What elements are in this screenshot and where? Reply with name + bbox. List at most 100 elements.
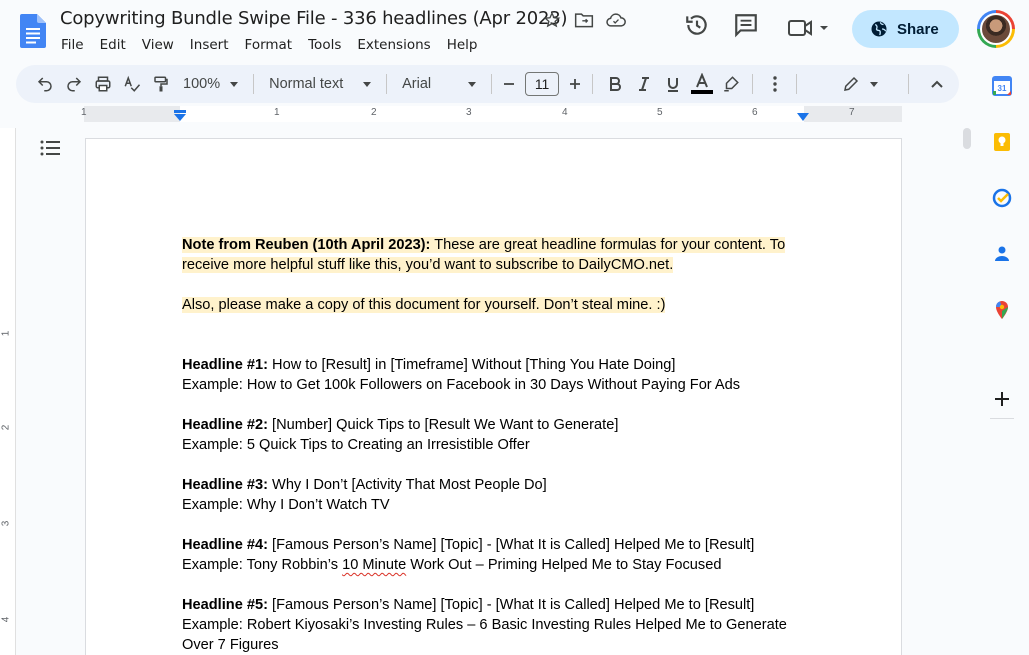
ruler-number: 6	[752, 107, 758, 118]
divider	[253, 74, 255, 94]
contacts-icon[interactable]	[992, 244, 1012, 264]
side-panel: 31	[984, 64, 1029, 655]
headline-block-5: Headline #5: [Famous Person’s Name] [Top…	[182, 595, 802, 655]
cloud-status-icon[interactable]	[606, 10, 626, 30]
menu-format[interactable]: Format	[245, 37, 293, 53]
redo-icon[interactable]	[59, 70, 88, 98]
menu-tools[interactable]: Tools	[308, 37, 341, 53]
move-folder-icon[interactable]	[574, 10, 594, 30]
headline-formula: Why I Don’t [Activity That Most People D…	[267, 477, 547, 493]
headline-formula: How to [Result] in [Timeframe] Without […	[267, 357, 676, 373]
pencil-icon	[844, 76, 859, 91]
style-dropdown[interactable]: Normal text	[261, 76, 379, 92]
docs-logo-icon[interactable]	[20, 14, 46, 48]
chevron-up-icon[interactable]	[922, 70, 951, 98]
ruler-number: 1	[81, 107, 87, 118]
keep-icon[interactable]	[992, 132, 1012, 152]
headline-label: Headline #5:	[182, 597, 268, 613]
ruler-number: 3	[466, 107, 472, 118]
version-history-icon[interactable]	[684, 12, 710, 43]
menu-bar: File Edit View Insert Format Tools Exten…	[61, 37, 493, 53]
divider	[592, 74, 594, 94]
font-value: Arial	[402, 76, 432, 92]
document-page[interactable]: Note from Reuben (10th April 2023): Thes…	[85, 138, 902, 655]
headline-block-4: Headline #4: [Famous Person’s Name] [Top…	[182, 535, 802, 575]
note2-text: Also, please make a copy of this documen…	[182, 297, 666, 313]
chevron-down-icon	[870, 81, 879, 87]
example-prefix: Example: Tony Robbin’s	[182, 557, 343, 573]
star-icon[interactable]	[542, 10, 562, 30]
ruler-number: 2	[0, 424, 12, 431]
headline-example: Example: Tony Robbin’s 10 Minute Work Ou…	[182, 555, 802, 575]
document-outline-icon[interactable]	[40, 140, 60, 161]
menu-view[interactable]: View	[142, 37, 174, 53]
divider	[908, 74, 910, 94]
print-icon[interactable]	[88, 70, 117, 98]
headline-example: Example: Why I Don’t Watch TV	[182, 497, 390, 513]
chevron-down-icon	[468, 81, 477, 87]
headline-label: Headline #4:	[182, 537, 268, 553]
paint-format-icon[interactable]	[146, 70, 175, 98]
italic-icon[interactable]	[629, 70, 658, 98]
menu-edit[interactable]: Edit	[100, 37, 126, 53]
divider	[491, 74, 493, 94]
headline-block-3: Headline #3: Why I Don’t [Activity That …	[182, 475, 802, 515]
editing-mode-dropdown[interactable]	[830, 70, 890, 98]
comments-icon[interactable]	[733, 12, 759, 43]
document-body[interactable]: Note from Reuben (10th April 2023): Thes…	[182, 235, 802, 655]
left-indent-marker-icon[interactable]	[173, 110, 187, 122]
globe-icon	[871, 21, 887, 37]
ruler-number: 3	[0, 520, 12, 527]
font-size-input[interactable]: 11	[525, 72, 560, 96]
highlight-color-icon[interactable]	[716, 70, 745, 98]
avatar[interactable]	[977, 10, 1015, 48]
menu-file[interactable]: File	[61, 37, 84, 53]
headline-block-2: Headline #2: [Number] Quick Tips to [Res…	[182, 415, 802, 455]
right-indent-marker-icon[interactable]	[797, 112, 809, 122]
chevron-down-icon	[363, 81, 372, 87]
add-icon[interactable]	[992, 389, 1012, 409]
menu-help[interactable]: Help	[447, 37, 478, 53]
example-suffix: Work Out – Priming Helped Me to Stay Foc…	[406, 557, 722, 573]
headline-example: Example: How to Get 100k Followers on Fa…	[182, 377, 741, 393]
underline-icon[interactable]	[658, 70, 687, 98]
bold-icon[interactable]	[600, 70, 629, 98]
document-title[interactable]: Copywriting Bundle Swipe File - 336 head…	[60, 8, 568, 29]
zoom-dropdown[interactable]: 100%	[175, 76, 246, 92]
divider	[796, 74, 798, 94]
ruler-number: 4	[0, 616, 12, 623]
font-dropdown[interactable]: Arial	[394, 76, 484, 92]
calendar-icon[interactable]: 31	[992, 76, 1012, 96]
maps-icon[interactable]	[992, 300, 1012, 320]
decrease-font-size-icon[interactable]	[499, 70, 519, 98]
spellcheck-icon[interactable]	[117, 70, 146, 98]
vertical-ruler[interactable]: 1 2 3 4	[0, 128, 16, 655]
share-label: Share	[897, 20, 939, 38]
menu-extensions[interactable]: Extensions	[357, 37, 430, 53]
top-bar: Copywriting Bundle Swipe File - 336 head…	[0, 0, 1029, 64]
menu-insert[interactable]: Insert	[190, 37, 229, 53]
undo-icon[interactable]	[30, 70, 59, 98]
tasks-icon[interactable]	[992, 188, 1012, 208]
share-button[interactable]: Share	[852, 10, 959, 48]
headline-block-1: Headline #1: How to [Result] in [Timefra…	[182, 355, 802, 395]
headline-example: Example: 5 Quick Tips to Creating an Irr…	[182, 437, 530, 453]
horizontal-ruler[interactable]: 1 1 2 3 4 5 6 7	[81, 106, 902, 122]
headline-example: Example: Robert Kiyosaki’s Investing Rul…	[182, 617, 787, 653]
headline-label: Headline #2:	[182, 417, 268, 433]
increase-font-size-icon[interactable]	[565, 70, 585, 98]
formatting-toolbar: 100% Normal text Arial 11	[16, 65, 959, 103]
ruler-number: 1	[274, 107, 280, 118]
text-color-icon[interactable]	[687, 70, 716, 98]
misspelled-word[interactable]: 10 Minute	[342, 557, 406, 573]
headline-label: Headline #1:	[182, 357, 268, 373]
svg-text:31: 31	[998, 84, 1007, 93]
ruler-number: 5	[657, 107, 663, 118]
scrollbar-thumb[interactable]	[963, 128, 971, 149]
ruler-number: 4	[562, 107, 568, 118]
headline-label: Headline #3:	[182, 477, 268, 493]
note2-paragraph: Also, please make a copy of this documen…	[182, 295, 802, 315]
meet-icon[interactable]	[787, 17, 831, 44]
more-options-icon[interactable]	[760, 70, 789, 98]
note-paragraph: Note from Reuben (10th April 2023): Thes…	[182, 235, 802, 275]
